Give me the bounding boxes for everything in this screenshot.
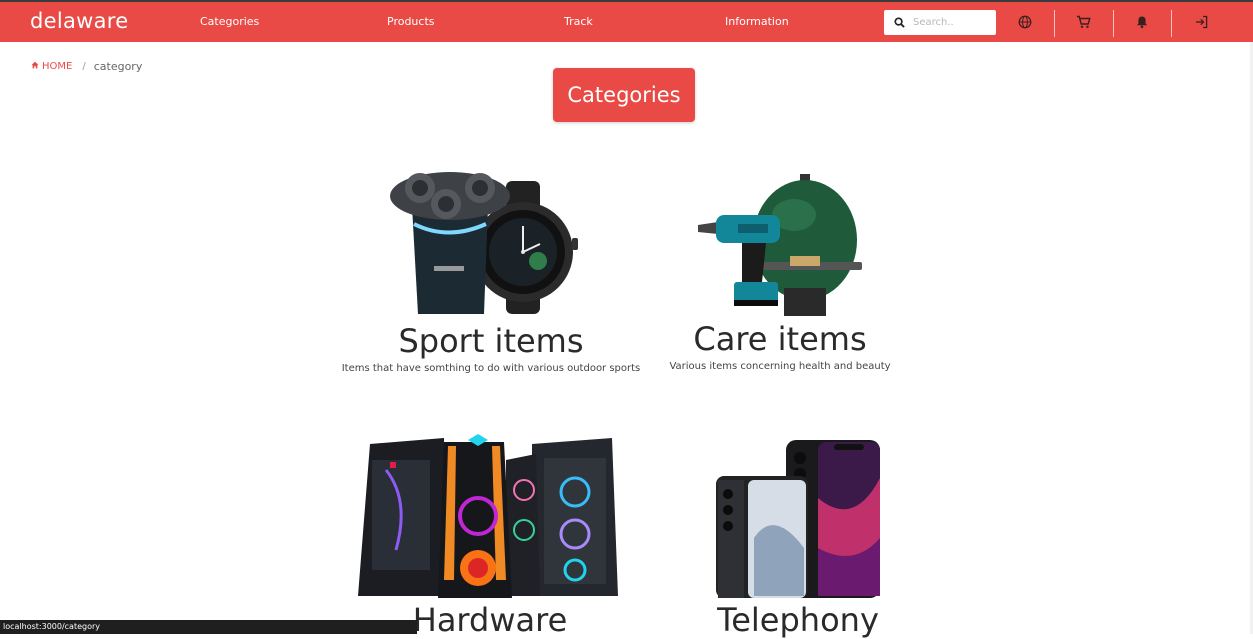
search-box[interactable] (884, 10, 996, 35)
breadcrumb-home-link[interactable]: HOME (31, 61, 72, 72)
breadcrumb-separator: / (82, 61, 86, 72)
category-name[interactable]: Care items (650, 321, 910, 357)
category-card-care-items[interactable]: Care items Various items concerning heal… (650, 321, 910, 372)
category-name[interactable]: Sport items (330, 323, 652, 359)
brand-logo[interactable]: delaware (30, 9, 129, 33)
nav-products[interactable]: Products (387, 15, 435, 28)
header-divider (1054, 10, 1055, 37)
sign-in-icon[interactable] (1191, 12, 1211, 32)
nav-information[interactable]: Information (725, 15, 789, 28)
category-card-telephony[interactable]: Telephony (680, 602, 916, 638)
top-navigation-bar: delaware Categories Products Track Infor… (0, 0, 1253, 42)
breadcrumb-current: category (93, 60, 143, 73)
nav-track[interactable]: Track (564, 15, 593, 28)
header-divider (1113, 10, 1114, 37)
page-title: Categories (553, 68, 695, 122)
category-image-hardware[interactable] (356, 430, 620, 598)
browser-status-bar: localhost:3000/category (0, 620, 417, 634)
category-image-care-items[interactable] (694, 170, 866, 316)
breadcrumb-home-label: HOME (42, 61, 73, 72)
home-icon (31, 61, 39, 72)
category-description: Various items concerning health and beau… (669, 361, 891, 372)
category-card-sport-items[interactable]: Sport items Items that have somthing to … (330, 323, 652, 374)
notification-bell-icon[interactable] (1132, 12, 1152, 32)
globe-icon[interactable] (1015, 12, 1035, 32)
search-input[interactable] (911, 16, 987, 29)
category-description: Items that have somthing to do with vari… (341, 363, 641, 374)
header-divider (1171, 10, 1172, 37)
breadcrumb: HOME / category (31, 60, 142, 73)
category-image-sport-items[interactable] (388, 166, 580, 316)
category-name[interactable]: Telephony (680, 602, 916, 638)
category-image-telephony[interactable] (714, 438, 882, 598)
cart-icon[interactable] (1073, 12, 1093, 32)
search-icon (894, 13, 905, 32)
nav-categories[interactable]: Categories (200, 15, 259, 28)
